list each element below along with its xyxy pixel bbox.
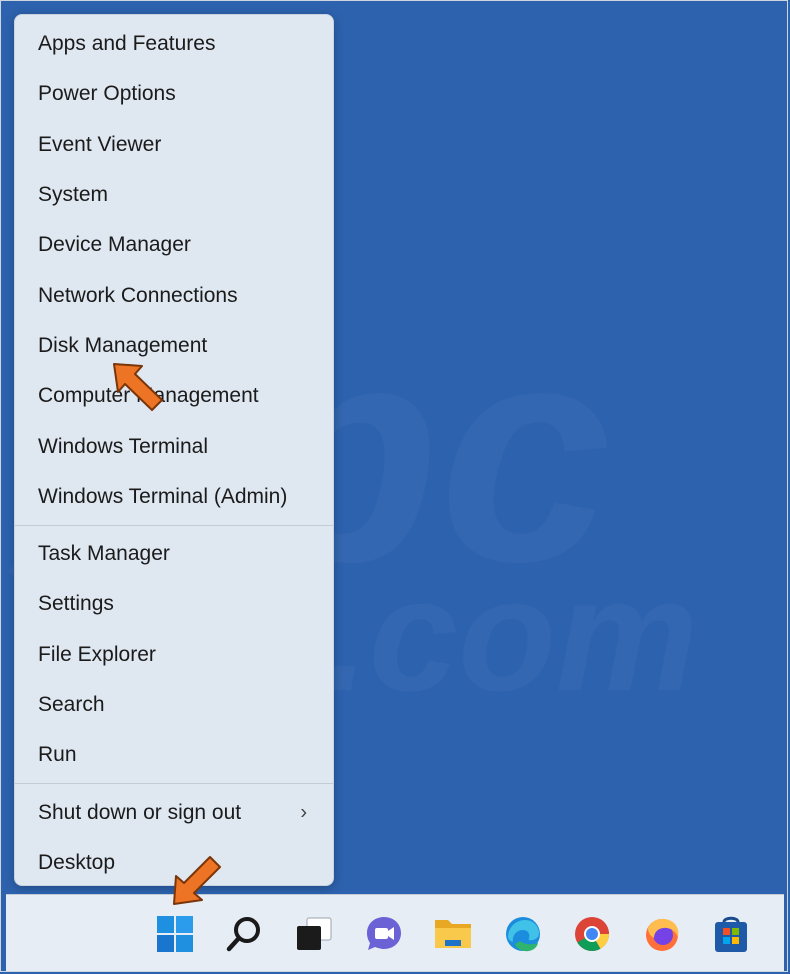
menu-item-label: Device Manager [38, 233, 191, 257]
menu-item-label: Shut down or sign out [38, 800, 242, 824]
menu-item-label: System [38, 183, 109, 207]
menu-item-label: Run [38, 743, 77, 767]
winx-context-menu: Apps and Features Power Options Event Vi… [14, 14, 334, 886]
menu-item-label: Disk Management [38, 333, 208, 357]
menu-item-windows-terminal-admin[interactable]: Windows Terminal (Admin) [15, 472, 333, 522]
file-explorer-icon[interactable] [428, 909, 478, 959]
menu-item-label: Computer Management [38, 384, 259, 408]
menu-item-file-explorer[interactable]: File Explorer [15, 630, 333, 680]
edge-icon[interactable] [498, 909, 548, 959]
menu-separator [15, 524, 333, 526]
menu-item-shut-down-or-sign-out[interactable]: Shut down or sign out › [15, 787, 333, 837]
menu-item-device-manager[interactable]: Device Manager [15, 220, 333, 270]
menu-item-task-manager[interactable]: Task Manager [15, 529, 333, 579]
task-view-icon[interactable] [289, 909, 339, 959]
menu-group-system-tools: Apps and Features Power Options Event Vi… [15, 15, 333, 522]
menu-item-label: Windows Terminal [38, 434, 208, 458]
menu-item-event-viewer[interactable]: Event Viewer [15, 120, 333, 170]
menu-item-run[interactable]: Run [15, 730, 333, 780]
menu-item-network-connections[interactable]: Network Connections [15, 270, 333, 320]
firefox-icon[interactable] [637, 909, 687, 959]
menu-item-label: Apps and Features [38, 32, 216, 56]
menu-item-label: Network Connections [38, 283, 238, 307]
menu-item-label: Search [38, 693, 105, 716]
taskbar [6, 894, 784, 971]
menu-item-system[interactable]: System [15, 170, 333, 220]
menu-item-label: Power Options [38, 82, 176, 106]
menu-item-settings[interactable]: Settings [15, 579, 333, 629]
menu-item-label: Event Viewer [38, 132, 162, 156]
menu-item-disk-management[interactable]: Disk Management [15, 321, 333, 371]
menu-group-utilities: Task Manager Settings File Explorer Sear… [15, 529, 333, 780]
menu-item-label: File Explorer [38, 642, 156, 666]
menu-item-search[interactable]: Search [15, 680, 333, 730]
menu-item-label: Settings [38, 592, 114, 616]
menu-item-desktop[interactable]: Desktop [15, 838, 333, 888]
chrome-icon[interactable] [567, 909, 617, 959]
teams-chat-icon[interactable] [359, 909, 409, 959]
menu-item-computer-management[interactable]: Computer Management [15, 371, 333, 421]
menu-group-session: Shut down or sign out › Desktop [15, 787, 333, 888]
menu-item-apps-and-features[interactable]: Apps and Features [15, 19, 333, 69]
windows-start-icon[interactable] [150, 909, 200, 959]
microsoft-store-icon[interactable] [706, 909, 756, 959]
menu-item-power-options[interactable]: Power Options [15, 69, 333, 119]
chevron-right-icon: › [300, 801, 307, 824]
menu-separator [15, 783, 333, 785]
menu-item-label: Task Manager [38, 542, 170, 566]
menu-item-label: Windows Terminal (Admin) [38, 484, 288, 508]
menu-item-label: Desktop [38, 850, 116, 874]
search-icon[interactable] [219, 909, 269, 959]
menu-item-windows-terminal[interactable]: Windows Terminal [15, 421, 333, 471]
